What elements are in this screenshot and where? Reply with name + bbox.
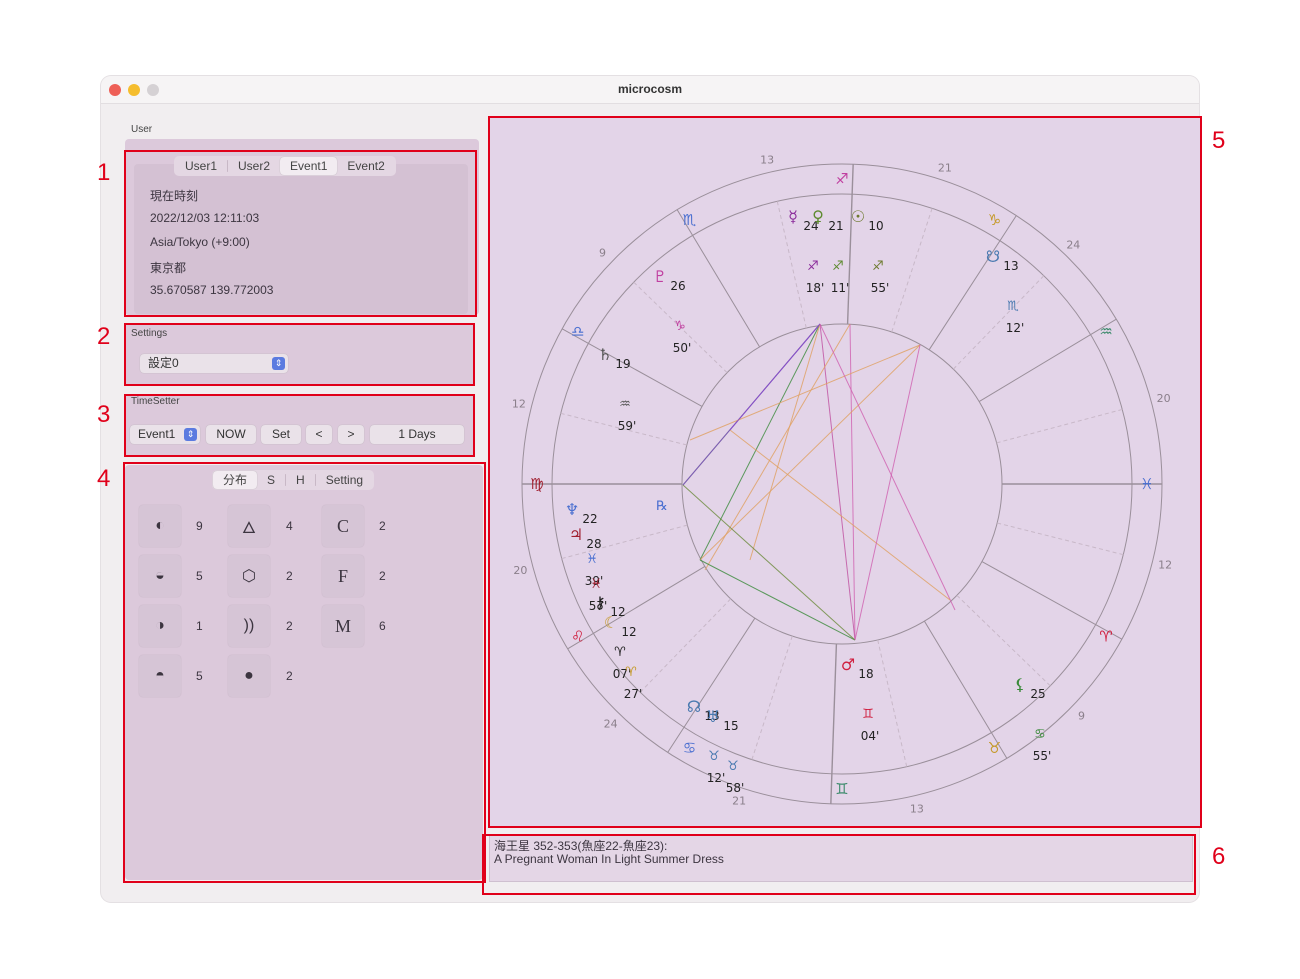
annotation-number-4: 4 (97, 465, 111, 492)
annotation-box-5 (488, 116, 1202, 828)
annotation-number-2: 2 (97, 323, 111, 350)
annotation-number-5: 5 (1212, 127, 1226, 154)
annotation-number-3: 3 (97, 401, 111, 428)
annotation-number-1: 1 (97, 159, 111, 186)
annotation-box-1 (124, 150, 477, 317)
annotation-box-2 (124, 323, 475, 386)
annotation-box-3 (124, 394, 475, 457)
annotation-number-6: 6 (1212, 843, 1226, 870)
annotation-box-4 (123, 462, 486, 883)
annotation-box-6 (482, 834, 1196, 895)
